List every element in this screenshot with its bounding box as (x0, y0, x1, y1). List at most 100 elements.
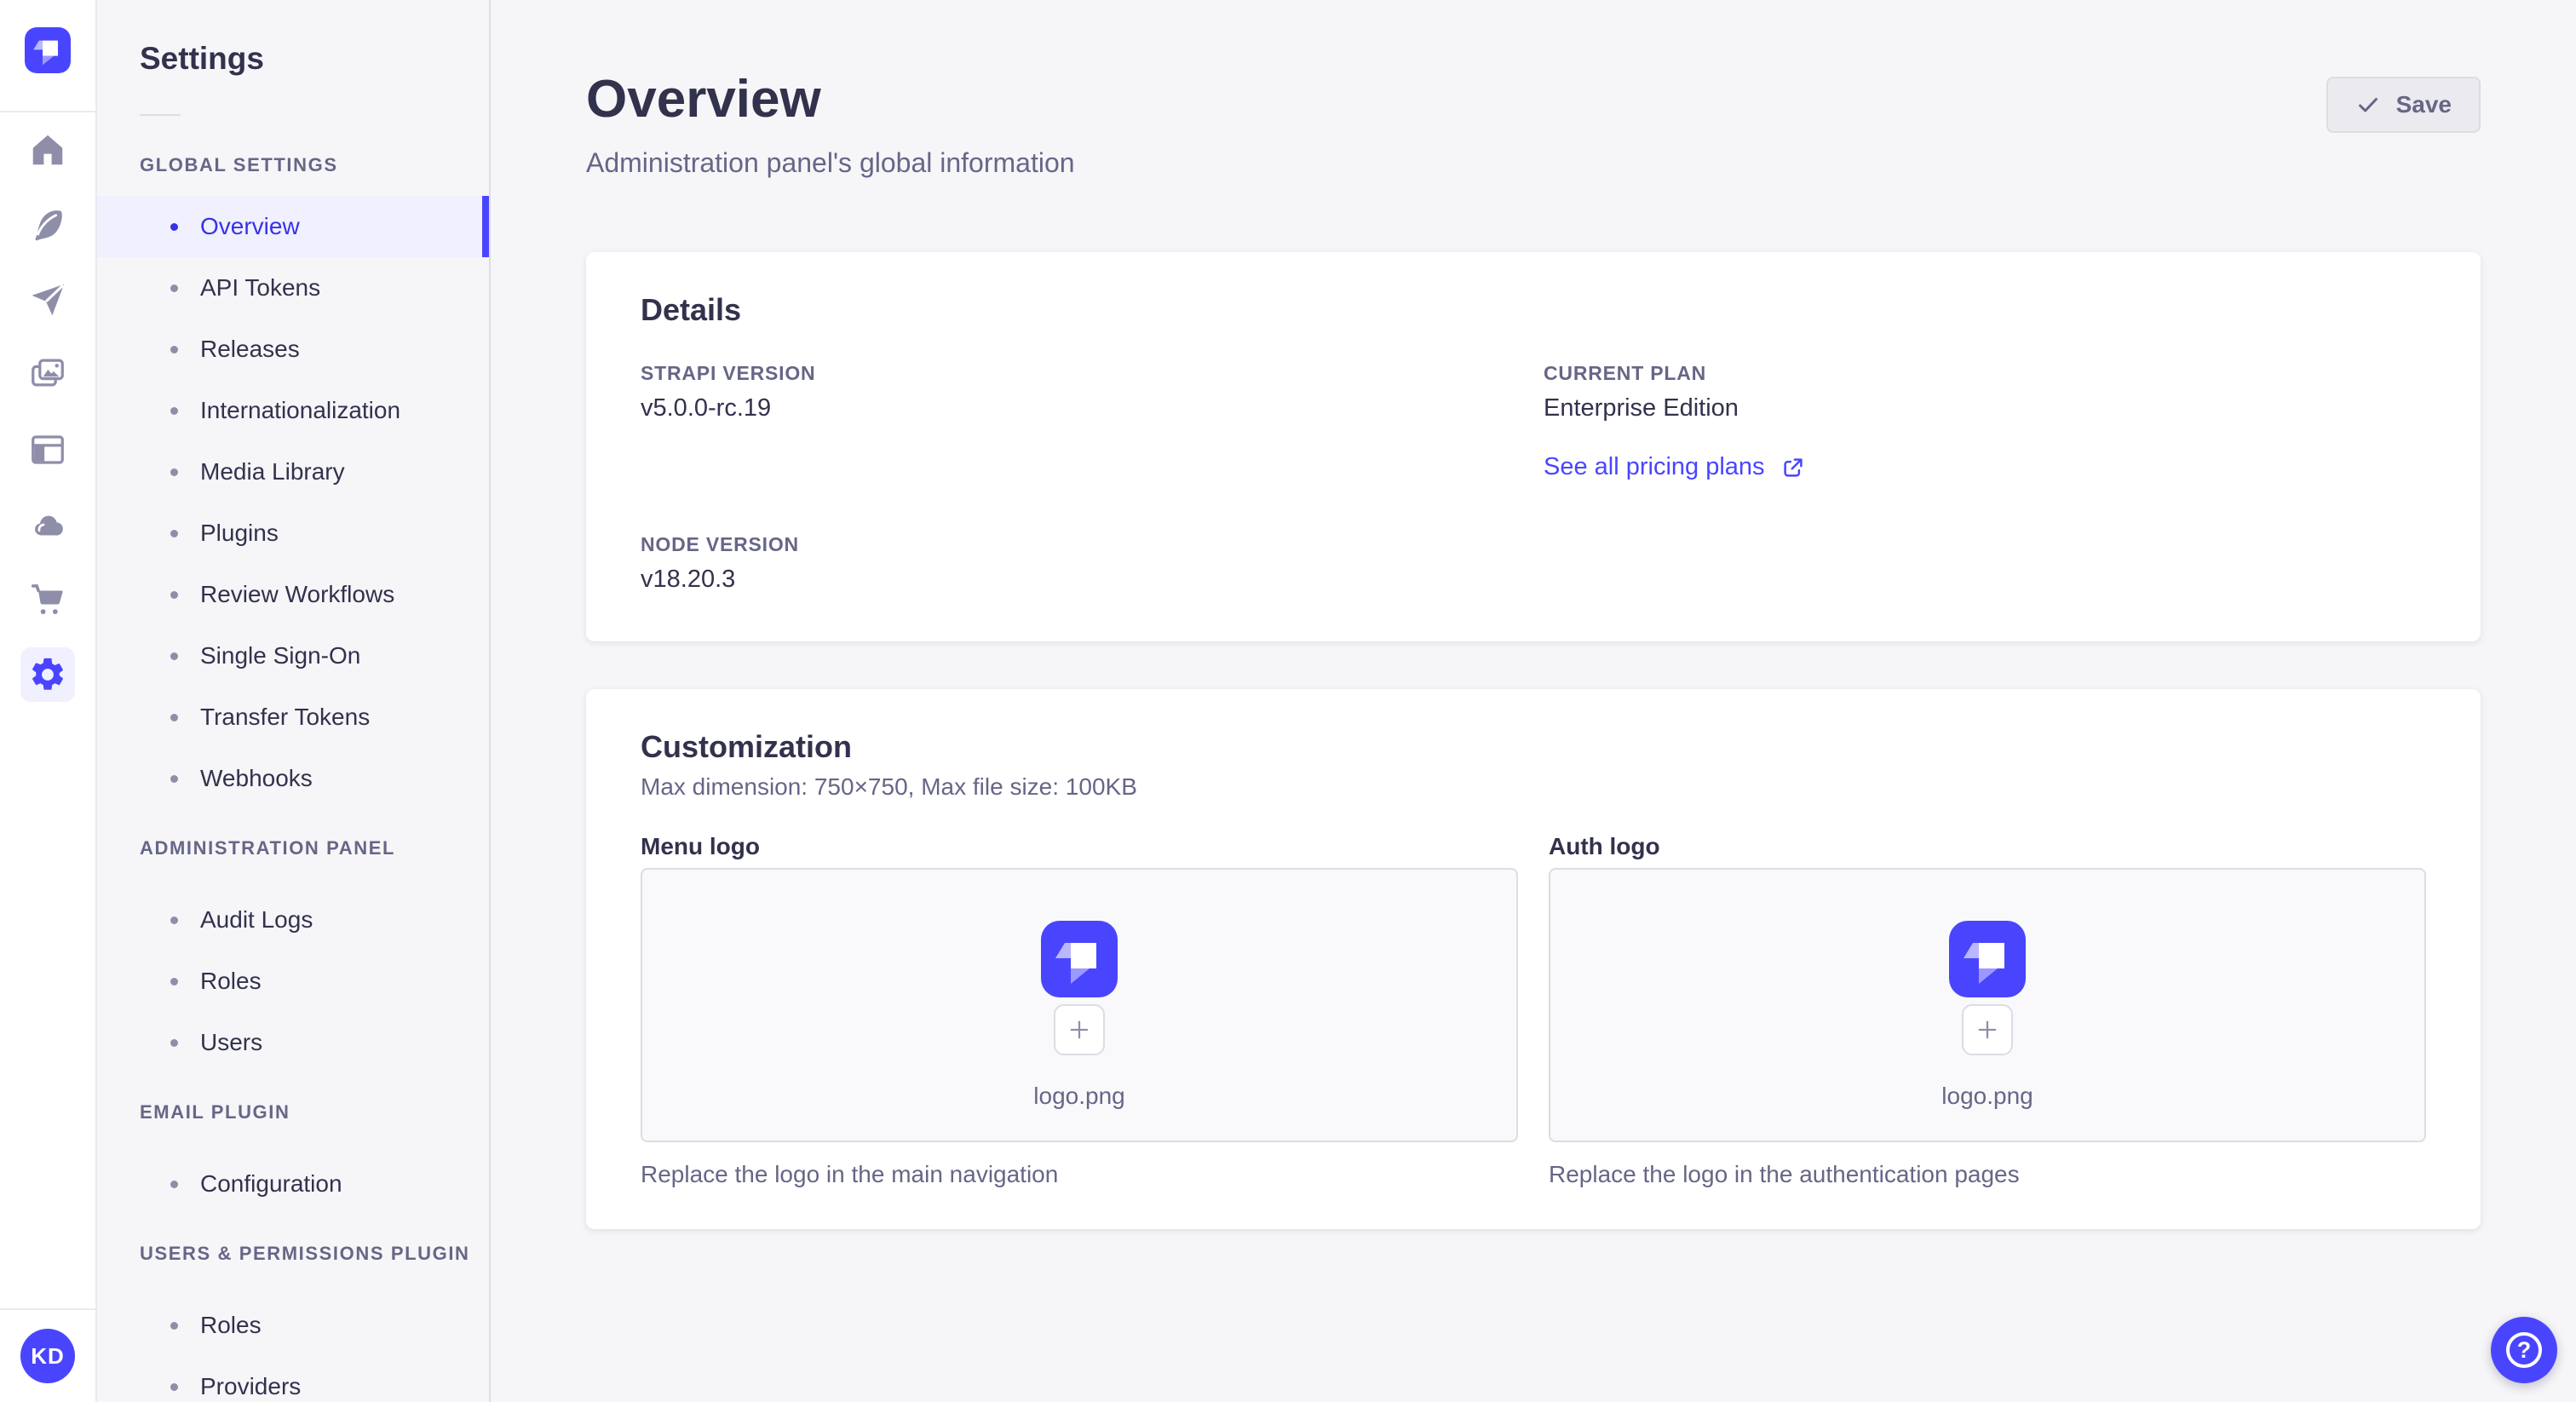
subnav-title: Settings (140, 41, 264, 76)
section-users-permissions-plugin: Roles Providers (97, 1295, 489, 1402)
bullet-icon (170, 284, 178, 292)
strapi-logo-preview-icon (1041, 921, 1118, 997)
sidebar-item-label: Audit Logs (200, 906, 313, 933)
sidebar-item-api-tokens[interactable]: API Tokens (97, 257, 489, 319)
cart-icon (31, 584, 63, 615)
section-label-users-permissions-plugin: USERS & PERMISSIONS PLUGIN (140, 1243, 470, 1264)
bullet-icon (170, 590, 178, 599)
sidebar-item-admin-users[interactable]: Users (97, 1012, 489, 1073)
rail-nav-items (0, 112, 95, 712)
sidebar-item-internationalization[interactable]: Internationalization (97, 380, 489, 441)
sidebar-item-label: Internationalization (200, 397, 401, 423)
field-value: v18.20.3 (641, 566, 736, 593)
field-label: STRAPI VERSION (641, 362, 816, 384)
current-plan-field: CURRENT PLAN Enterprise Edition See all … (1544, 361, 2426, 481)
question-mark-icon: ? (2506, 1332, 2542, 1368)
customization-constraints: Max dimension: 750×750, Max file size: 1… (641, 773, 1137, 800)
sidebar-item-review-workflows[interactable]: Review Workflows (97, 564, 489, 625)
nav-content-manager[interactable] (0, 187, 95, 262)
settings-active-tile (20, 647, 75, 702)
nav-content-type-builder[interactable] (0, 412, 95, 487)
help-button[interactable]: ? (2491, 1317, 2557, 1383)
field-label: NODE VERSION (641, 533, 799, 555)
field-label: CURRENT PLAN (1544, 362, 1707, 384)
sidebar-item-up-roles[interactable]: Roles (97, 1295, 489, 1356)
auth-logo-field: Auth logo logo.png Replace the logo in t… (1549, 832, 2426, 1188)
plus-icon (1070, 1020, 1089, 1039)
sidebar-item-audit-logs[interactable]: Audit Logs (97, 889, 489, 951)
section-label-global-settings: GLOBAL SETTINGS (140, 154, 338, 175)
external-link-icon (1783, 457, 1803, 477)
bullet-icon (170, 1382, 178, 1391)
sidebar-item-single-sign-on[interactable]: Single Sign-On (97, 625, 489, 687)
menu-logo-upload-box[interactable]: logo.png (641, 868, 1518, 1142)
sidebar-item-label: Transfer Tokens (200, 704, 371, 730)
pricing-plans-link[interactable]: See all pricing plans (1544, 453, 1806, 481)
bullet-icon (170, 652, 178, 660)
menu-logo-label: Menu logo (641, 833, 760, 859)
paper-plane-icon (32, 284, 65, 316)
bullet-icon (170, 1180, 178, 1188)
nav-releases[interactable] (0, 262, 95, 337)
sidebar-item-media-library[interactable]: Media Library (97, 441, 489, 503)
bullet-icon (170, 977, 178, 985)
nav-settings[interactable] (0, 637, 95, 712)
sidebar-item-transfer-tokens[interactable]: Transfer Tokens (97, 687, 489, 748)
sidebar-item-label: Roles (200, 968, 262, 994)
sidebar-item-releases[interactable]: Releases (97, 319, 489, 380)
customization-heading: Customization (641, 729, 852, 764)
sidebar-item-admin-roles[interactable]: Roles (97, 951, 489, 1012)
auth-logo-label: Auth logo (1549, 833, 1660, 859)
nav-deploy-cloud[interactable] (0, 487, 95, 562)
add-auth-logo-button[interactable] (1962, 1004, 2013, 1055)
section-administration-panel: Audit Logs Roles Users (97, 889, 489, 1073)
sidebar-item-label: Overview (200, 213, 300, 239)
details-grid: STRAPI VERSION v5.0.0-rc.19 CURRENT PLAN… (641, 361, 2426, 594)
details-card: Details STRAPI VERSION v5.0.0-rc.19 CURR… (586, 252, 2481, 641)
nav-marketplace[interactable] (0, 562, 95, 637)
user-avatar[interactable]: KD (20, 1329, 75, 1383)
section-label-administration-panel: ADMINISTRATION PANEL (140, 837, 396, 859)
save-button-label: Save (2395, 91, 2452, 118)
nav-media-library[interactable] (0, 337, 95, 412)
section-global-settings: Overview API Tokens Releases Internation… (97, 196, 489, 809)
sidebar-item-webhooks[interactable]: Webhooks (97, 748, 489, 809)
auth-logo-upload-box[interactable]: logo.png (1549, 868, 2426, 1142)
main-content: Overview Administration panel's global i… (491, 0, 2576, 1402)
home-icon (32, 135, 63, 165)
node-version-field: NODE VERSION v18.20.3 (641, 532, 1523, 594)
page-title: Overview (586, 70, 821, 129)
bullet-icon (170, 222, 178, 231)
sidebar-item-label: Plugins (200, 520, 279, 546)
plus-icon (1978, 1020, 1997, 1039)
bullet-icon (170, 406, 178, 415)
field-value: v5.0.0-rc.19 (641, 394, 772, 422)
sidebar-item-email-configuration[interactable]: Configuration (97, 1153, 489, 1215)
settings-subnav: Settings GLOBAL SETTINGS Overview API To… (97, 0, 491, 1402)
sidebar-item-label: Users (200, 1029, 263, 1055)
nav-home[interactable] (0, 112, 95, 187)
bullet-icon (170, 1038, 178, 1047)
sidebar-item-overview[interactable]: Overview (97, 196, 489, 257)
feather-icon (35, 210, 62, 241)
cloud-icon (35, 515, 63, 536)
sidebar-item-plugins[interactable]: Plugins (97, 503, 489, 564)
section-label-email-plugin: EMAIL PLUGIN (140, 1101, 290, 1123)
sidebar-item-label: Review Workflows (200, 581, 395, 607)
media-library-icon (32, 359, 64, 387)
details-heading: Details (641, 292, 742, 327)
icon-rail: KD (0, 0, 97, 1402)
menu-logo-filename: logo.png (1033, 1083, 1125, 1109)
section-email-plugin: Configuration (97, 1153, 489, 1215)
layout-icon (32, 435, 64, 464)
bullet-icon (170, 713, 178, 721)
add-menu-logo-button[interactable] (1054, 1004, 1105, 1055)
workspace-logo-container[interactable] (0, 0, 95, 112)
sidebar-item-label: Media Library (200, 458, 345, 485)
sidebar-item-label: API Tokens (200, 274, 321, 301)
auth-logo-filename: logo.png (1941, 1083, 2033, 1109)
sidebar-item-up-providers[interactable]: Providers (97, 1356, 489, 1402)
sidebar-item-label: Releases (200, 336, 300, 362)
save-button[interactable]: Save (2326, 77, 2481, 133)
gear-icon (32, 658, 63, 690)
